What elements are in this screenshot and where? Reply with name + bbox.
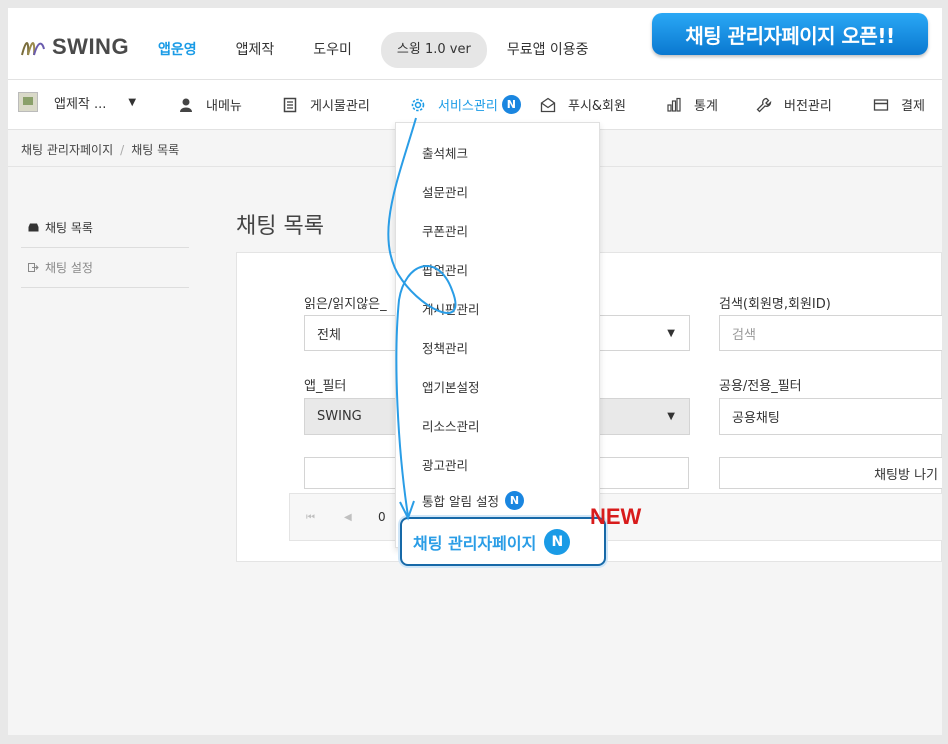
menu-push-members[interactable]: 푸시&회원 [540, 95, 626, 114]
first-page-icon[interactable]: ⏮ [306, 512, 315, 523]
dropdown-item[interactable]: 리소스관리 [422, 416, 480, 435]
menu-label: 게시물관리 [310, 99, 370, 114]
card-icon [873, 98, 889, 111]
exit-chat-button[interactable]: 채팅방 나기 [719, 457, 942, 489]
app-filter-value: SWING [317, 409, 362, 424]
menu-label: 내메뉴 [206, 99, 242, 114]
side-item-label: 채팅 목록 [45, 221, 93, 235]
menu-payment[interactable]: 결제 [873, 95, 925, 114]
top-nav-app-operation[interactable]: 앱운영 [158, 33, 197, 67]
search-placeholder: 검색 [732, 327, 756, 343]
dropdown-item[interactable]: 통합 알림 설정 N [422, 491, 524, 510]
app-filter-label: 앱_필터 [304, 379, 347, 394]
free-app-status[interactable]: 무료앱 이용중 [507, 33, 589, 67]
breadcrumb-separator: / [120, 143, 125, 157]
share-filter-label: 공용/전용_필터 [719, 379, 802, 394]
breadcrumb: 채팅 관리자페이지 / 채팅 목록 [21, 141, 179, 158]
dropdown-item[interactable]: 앱기본설정 [422, 377, 480, 396]
menu-label: 통계 [694, 99, 718, 114]
menu-label: 결제 [901, 99, 925, 114]
search-input[interactable]: 검색 [719, 315, 942, 351]
app-selector-name: 앱제작 ... [54, 96, 107, 112]
logo-mark-icon [21, 42, 45, 56]
caret-down-icon: ▼ [128, 96, 137, 108]
dropdown-item[interactable]: 팝업관리 [422, 260, 468, 279]
share-filter-value: 공용채팅 [732, 411, 780, 426]
announcement-banner[interactable]: 채팅 관리자페이지 오픈!! [652, 13, 928, 55]
dropdown-item-label: 쿠폰관리 [422, 224, 469, 239]
search-label: 검색(회원명,회원ID) [719, 297, 831, 312]
new-badge: N [544, 528, 571, 555]
page-title: 채팅 목록 [236, 214, 324, 239]
prev-page-icon[interactable]: ◀ [344, 512, 352, 523]
service-dropdown-menu: 출석체크 설문관리 쿠폰관리 팝업관리 게시판관리 정책관리 앱기본설정 리소스… [395, 122, 600, 548]
menu-service-management[interactable]: 서비스관리 N [410, 95, 521, 114]
menu-version-management[interactable]: 버전관리 [756, 95, 832, 114]
caret-down-icon: ▼ [667, 411, 675, 422]
dropdown-item[interactable]: 게시판관리 [422, 299, 480, 318]
gear-icon [411, 98, 425, 111]
dropdown-item-label: 설문관리 [422, 185, 469, 200]
new-tag: NEW [590, 504, 642, 529]
new-badge: N [504, 491, 524, 510]
caret-down-icon: ▼ [667, 327, 675, 339]
bar-chart-icon [667, 97, 681, 112]
dropdown-item[interactable]: 정책관리 [422, 338, 468, 357]
read-filter-label: 읽은/읽지않은_ [304, 297, 387, 312]
side-item-chat-list[interactable]: 채팅 목록 [21, 208, 189, 248]
document-icon [283, 97, 297, 112]
brand-logo[interactable]: SWING [20, 34, 129, 60]
wrench-icon [756, 97, 772, 112]
envelope-icon [540, 97, 556, 112]
top-nav: 앱운영 앱제작 도우미 스윙 1.0 ver 무료앱 이용중 [158, 32, 628, 68]
dropdown-item-label: 광고관리 [422, 458, 469, 473]
dropdown-item[interactable]: 출석체크 [422, 143, 468, 162]
brand-name: SWING [52, 34, 130, 59]
menu-label: 푸시&회원 [568, 99, 626, 114]
dropdown-item-label: 리소스관리 [422, 419, 480, 434]
menu-statistics[interactable]: 통계 [666, 95, 718, 114]
new-badge: N [501, 95, 521, 114]
dropdown-item-label: 통합 알림 설정 [422, 494, 499, 509]
dropdown-item[interactable]: 설문관리 [422, 182, 468, 201]
menu-my-menu[interactable]: 내메뉴 [178, 95, 242, 114]
dropdown-item[interactable]: 광고관리 [422, 455, 468, 474]
breadcrumb-item[interactable]: 채팅 관리자페이지 [21, 143, 113, 157]
version-pill[interactable]: 스윙 1.0 ver [380, 32, 487, 68]
dropdown-item[interactable]: 쿠폰관리 [422, 221, 468, 240]
app-selector[interactable]: 앱제작 ... ▼ [18, 92, 136, 112]
menu-label: 버전관리 [784, 99, 832, 114]
dropdown-item-label: 게시판관리 [422, 302, 480, 317]
dropdown-item-label: 출석체크 [422, 146, 469, 161]
read-filter-value: 전체 [317, 327, 341, 343]
exit-chat-label: 채팅방 나기 [874, 467, 938, 483]
side-item-chat-settings[interactable]: 채팅 설정 [21, 248, 189, 288]
dropdown-item-label: 정책관리 [422, 341, 469, 356]
share-filter-select[interactable]: 공용채팅 [719, 398, 942, 435]
side-menu: 채팅 목록 채팅 설정 [21, 208, 189, 288]
chat-admin-page-item[interactable]: 채팅 관리자페이지 N [400, 517, 606, 566]
menu-label: 서비스관리 [438, 99, 498, 114]
top-nav-help[interactable]: 도우미 [313, 33, 352, 67]
inbox-icon [28, 223, 39, 232]
chat-admin-page-label: 채팅 관리자페이지 [413, 533, 537, 553]
breadcrumb-item: 채팅 목록 [131, 143, 180, 157]
current-page[interactable]: 0 [378, 510, 386, 524]
dropdown-item-label: 팝업관리 [422, 263, 469, 278]
menu-post-management[interactable]: 게시물관리 [282, 95, 370, 114]
sign-in-icon [28, 263, 39, 272]
person-icon [180, 98, 192, 112]
top-nav-app-build[interactable]: 앱제작 [236, 33, 275, 67]
side-item-label: 채팅 설정 [45, 261, 93, 275]
dropdown-item-label: 앱기본설정 [422, 380, 480, 395]
app-thumbnail [18, 92, 38, 112]
